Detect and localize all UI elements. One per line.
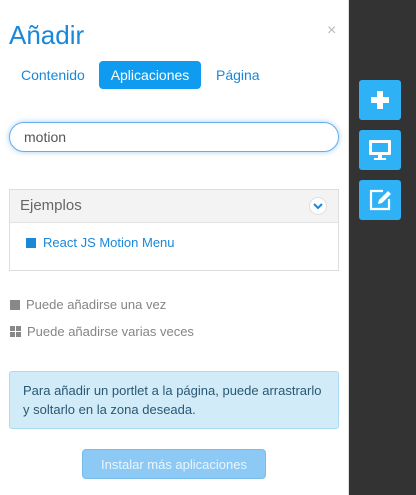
close-icon[interactable]: × bbox=[327, 22, 336, 40]
tab-contenido[interactable]: Contenido bbox=[21, 61, 85, 89]
plus-icon bbox=[371, 91, 389, 109]
category-header[interactable]: Ejemplos bbox=[10, 190, 338, 223]
add-button[interactable] bbox=[359, 80, 401, 120]
edit-icon bbox=[369, 189, 391, 211]
monitor-icon bbox=[369, 140, 391, 160]
legend-once: Puede añadirse una vez bbox=[10, 297, 166, 313]
preview-button[interactable] bbox=[359, 130, 401, 170]
chevron-down-icon[interactable] bbox=[309, 197, 327, 215]
square-icon bbox=[10, 300, 20, 310]
legend-once-label: Puede añadirse una vez bbox=[26, 297, 167, 312]
single-instance-icon bbox=[26, 238, 36, 248]
search-input[interactable] bbox=[9, 122, 339, 152]
install-apps-button[interactable]: Instalar más aplicaciones bbox=[82, 449, 266, 479]
app-item[interactable]: React JS Motion Menu bbox=[26, 235, 175, 251]
tab-pagina[interactable]: Página bbox=[216, 61, 260, 89]
category-panel: Ejemplos React JS Motion Menu bbox=[9, 189, 339, 271]
edit-button[interactable] bbox=[359, 180, 401, 220]
legend-multiple: Puede añadirse varias veces bbox=[10, 324, 194, 340]
panel-title: Añadir bbox=[9, 20, 85, 50]
legend-multiple-label: Puede añadirse varias veces bbox=[27, 324, 194, 339]
add-panel: Añadir × Contenido Aplicaciones Página E… bbox=[0, 0, 349, 495]
app-item-label: React JS Motion Menu bbox=[43, 235, 175, 250]
info-alert: Para añadir un portlet a la página, pued… bbox=[9, 371, 339, 429]
grid-icon bbox=[10, 326, 21, 337]
dark-sidebar bbox=[349, 0, 416, 495]
tab-aplicaciones[interactable]: Aplicaciones bbox=[99, 61, 201, 89]
category-title: Ejemplos bbox=[20, 197, 82, 214]
